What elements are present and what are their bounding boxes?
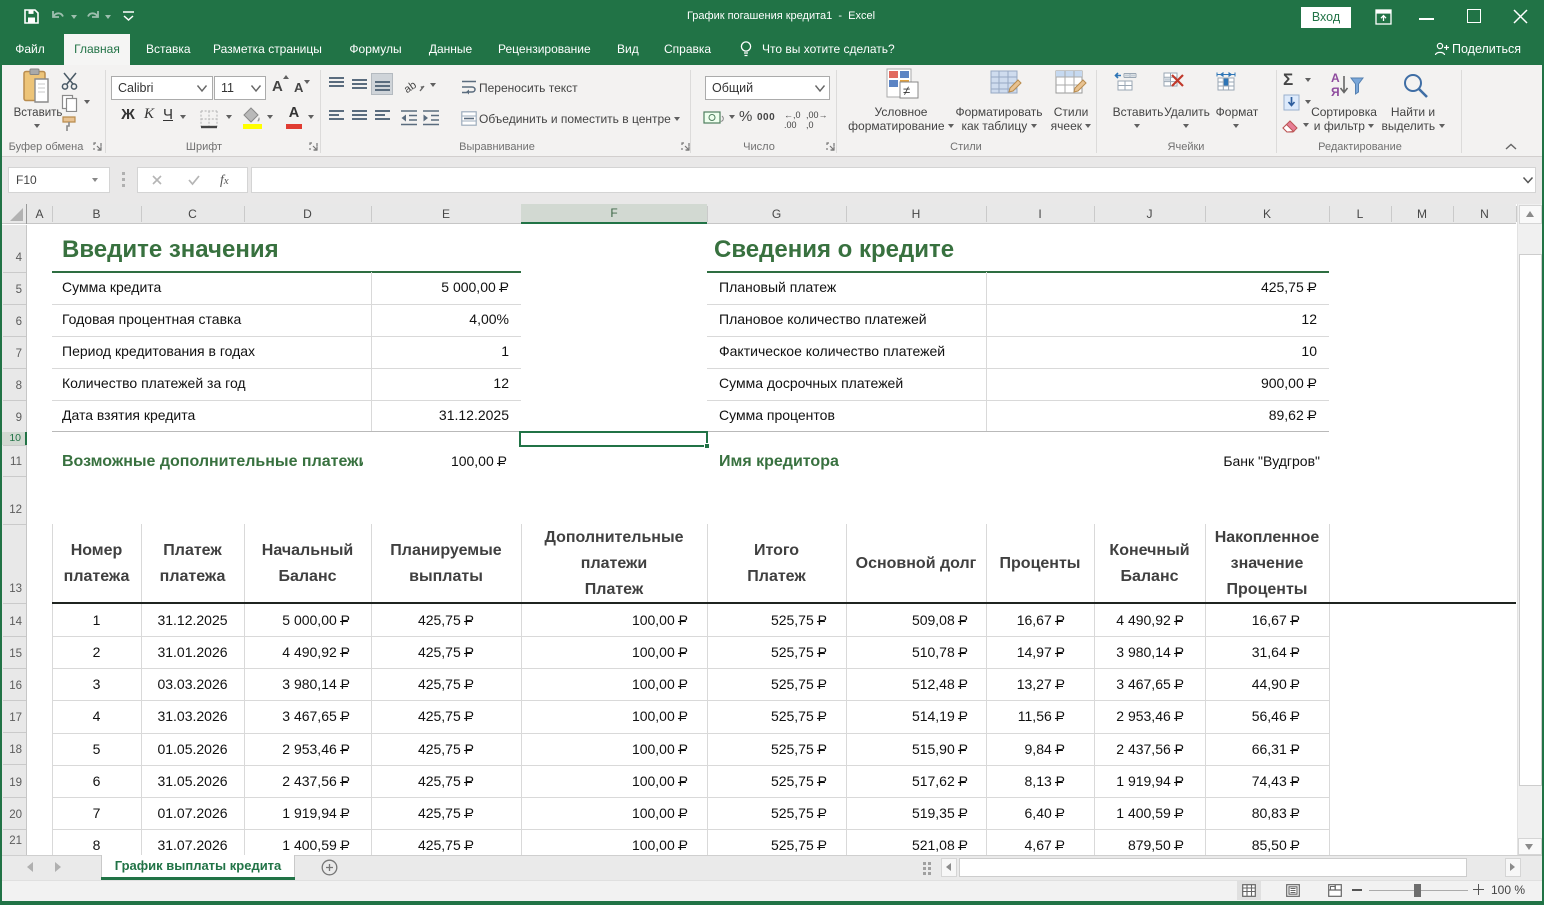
svg-text:А: А: [1331, 71, 1340, 85]
svg-text:Я: Я: [1331, 85, 1340, 99]
svg-text:ab: ab: [404, 79, 419, 95]
svg-text:≠: ≠: [903, 83, 910, 98]
